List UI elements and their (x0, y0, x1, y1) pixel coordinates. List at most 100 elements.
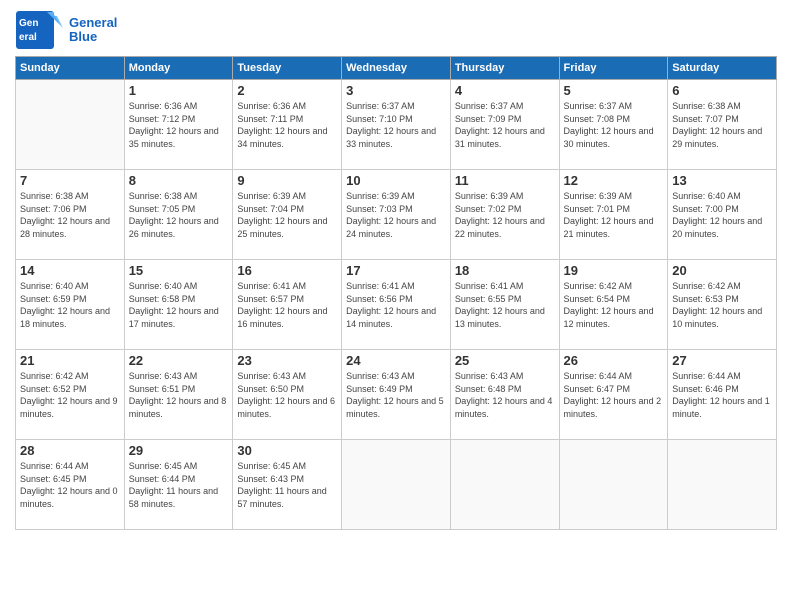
day-cell: 30 Sunrise: 6:45 AMSunset: 6:43 PMDayligh… (233, 440, 342, 530)
day-cell: 13 Sunrise: 6:40 AMSunset: 7:00 PMDayligh… (668, 170, 777, 260)
day-cell: 22 Sunrise: 6:43 AMSunset: 6:51 PMDayligh… (124, 350, 233, 440)
day-cell: 2 Sunrise: 6:36 AMSunset: 7:11 PMDaylight… (233, 80, 342, 170)
day-cell (16, 80, 125, 170)
day-info: Sunrise: 6:38 AMSunset: 7:07 PMDaylight:… (672, 100, 772, 150)
day-info: Sunrise: 6:43 AMSunset: 6:48 PMDaylight:… (455, 370, 555, 420)
day-cell: 25 Sunrise: 6:43 AMSunset: 6:48 PMDayligh… (450, 350, 559, 440)
day-number: 6 (672, 83, 772, 98)
day-number: 30 (237, 443, 337, 458)
day-info: Sunrise: 6:37 AMSunset: 7:10 PMDaylight:… (346, 100, 446, 150)
day-number: 21 (20, 353, 120, 368)
day-cell: 11 Sunrise: 6:39 AMSunset: 7:02 PMDayligh… (450, 170, 559, 260)
day-info: Sunrise: 6:41 AMSunset: 6:56 PMDaylight:… (346, 280, 446, 330)
day-info: Sunrise: 6:36 AMSunset: 7:11 PMDaylight:… (237, 100, 337, 150)
day-number: 1 (129, 83, 229, 98)
day-info: Sunrise: 6:43 AMSunset: 6:51 PMDaylight:… (129, 370, 229, 420)
day-cell: 24 Sunrise: 6:43 AMSunset: 6:49 PMDayligh… (342, 350, 451, 440)
day-cell: 12 Sunrise: 6:39 AMSunset: 7:01 PMDayligh… (559, 170, 668, 260)
day-number: 9 (237, 173, 337, 188)
week-row-1: 7 Sunrise: 6:38 AMSunset: 7:06 PMDaylight… (16, 170, 777, 260)
day-info: Sunrise: 6:43 AMSunset: 6:49 PMDaylight:… (346, 370, 446, 420)
day-number: 4 (455, 83, 555, 98)
week-row-0: 1 Sunrise: 6:36 AMSunset: 7:12 PMDaylight… (16, 80, 777, 170)
day-info: Sunrise: 6:40 AMSunset: 7:00 PMDaylight:… (672, 190, 772, 240)
day-cell (668, 440, 777, 530)
day-number: 12 (564, 173, 664, 188)
day-info: Sunrise: 6:42 AMSunset: 6:54 PMDaylight:… (564, 280, 664, 330)
day-cell (559, 440, 668, 530)
day-number: 25 (455, 353, 555, 368)
day-info: Sunrise: 6:45 AMSunset: 6:43 PMDaylight:… (237, 460, 337, 510)
day-number: 10 (346, 173, 446, 188)
day-info: Sunrise: 6:43 AMSunset: 6:50 PMDaylight:… (237, 370, 337, 420)
day-cell: 8 Sunrise: 6:38 AMSunset: 7:05 PMDaylight… (124, 170, 233, 260)
weekday-header-friday: Friday (559, 57, 668, 80)
weekday-header-monday: Monday (124, 57, 233, 80)
day-info: Sunrise: 6:36 AMSunset: 7:12 PMDaylight:… (129, 100, 229, 150)
weekday-header-saturday: Saturday (668, 57, 777, 80)
logo-svg: Gen eral (15, 10, 65, 50)
weekday-header-thursday: Thursday (450, 57, 559, 80)
day-number: 29 (129, 443, 229, 458)
day-cell: 21Sunrise: 6:42 AMSunset: 6:52 PMDayligh… (16, 350, 125, 440)
day-cell: 29 Sunrise: 6:45 AMSunset: 6:44 PMDayligh… (124, 440, 233, 530)
day-info: Sunrise: 6:37 AMSunset: 7:08 PMDaylight:… (564, 100, 664, 150)
day-info: Sunrise: 6:38 AMSunset: 7:05 PMDaylight:… (129, 190, 229, 240)
day-number: 18 (455, 263, 555, 278)
weekday-header-wednesday: Wednesday (342, 57, 451, 80)
logo-line1: General (69, 16, 117, 30)
day-number: 15 (129, 263, 229, 278)
day-number: 8 (129, 173, 229, 188)
day-info: Sunrise: 6:39 AMSunset: 7:01 PMDaylight:… (564, 190, 664, 240)
day-cell: 15 Sunrise: 6:40 AMSunset: 6:58 PMDayligh… (124, 260, 233, 350)
day-info: Sunrise: 6:41 AMSunset: 6:55 PMDaylight:… (455, 280, 555, 330)
day-cell: 7 Sunrise: 6:38 AMSunset: 7:06 PMDaylight… (16, 170, 125, 260)
day-info: Sunrise: 6:41 AMSunset: 6:57 PMDaylight:… (237, 280, 337, 330)
week-row-2: 14 Sunrise: 6:40 AMSunset: 6:59 PMDayligh… (16, 260, 777, 350)
day-info: Sunrise: 6:38 AMSunset: 7:06 PMDaylight:… (20, 190, 120, 240)
day-number: 22 (129, 353, 229, 368)
weekday-header-row: SundayMondayTuesdayWednesdayThursdayFrid… (16, 57, 777, 80)
week-row-4: 28Sunrise: 6:44 AMSunset: 6:45 PMDayligh… (16, 440, 777, 530)
day-number: 16 (237, 263, 337, 278)
day-number: 7 (20, 173, 120, 188)
day-info: Sunrise: 6:45 AMSunset: 6:44 PMDaylight:… (129, 460, 229, 510)
day-cell: 19Sunrise: 6:42 AMSunset: 6:54 PMDayligh… (559, 260, 668, 350)
day-cell: 28Sunrise: 6:44 AMSunset: 6:45 PMDayligh… (16, 440, 125, 530)
day-info: Sunrise: 6:39 AMSunset: 7:03 PMDaylight:… (346, 190, 446, 240)
day-info: Sunrise: 6:37 AMSunset: 7:09 PMDaylight:… (455, 100, 555, 150)
day-cell: 14 Sunrise: 6:40 AMSunset: 6:59 PMDayligh… (16, 260, 125, 350)
day-info: Sunrise: 6:40 AMSunset: 6:58 PMDaylight:… (129, 280, 229, 330)
week-row-3: 21Sunrise: 6:42 AMSunset: 6:52 PMDayligh… (16, 350, 777, 440)
day-info: Sunrise: 6:44 AMSunset: 6:47 PMDaylight:… (564, 370, 664, 420)
logo-line2: Blue (69, 30, 117, 44)
day-info: Sunrise: 6:42 AMSunset: 6:53 PMDaylight:… (672, 280, 772, 330)
day-cell: 18 Sunrise: 6:41 AMSunset: 6:55 PMDayligh… (450, 260, 559, 350)
day-cell: 6 Sunrise: 6:38 AMSunset: 7:07 PMDaylight… (668, 80, 777, 170)
svg-text:eral: eral (19, 32, 37, 43)
weekday-header-tuesday: Tuesday (233, 57, 342, 80)
day-cell: 16 Sunrise: 6:41 AMSunset: 6:57 PMDayligh… (233, 260, 342, 350)
day-cell: 27Sunrise: 6:44 AMSunset: 6:46 PMDayligh… (668, 350, 777, 440)
day-number: 26 (564, 353, 664, 368)
day-cell (450, 440, 559, 530)
day-number: 11 (455, 173, 555, 188)
day-cell: 17Sunrise: 6:41 AMSunset: 6:56 PMDayligh… (342, 260, 451, 350)
day-info: Sunrise: 6:44 AMSunset: 6:45 PMDaylight:… (20, 460, 120, 510)
weekday-header-sunday: Sunday (16, 57, 125, 80)
day-number: 24 (346, 353, 446, 368)
day-number: 13 (672, 173, 772, 188)
day-cell: 9Sunrise: 6:39 AMSunset: 7:04 PMDaylight… (233, 170, 342, 260)
day-number: 20 (672, 263, 772, 278)
day-info: Sunrise: 6:40 AMSunset: 6:59 PMDaylight:… (20, 280, 120, 330)
day-cell: 3Sunrise: 6:37 AMSunset: 7:10 PMDaylight… (342, 80, 451, 170)
day-number: 23 (237, 353, 337, 368)
day-number: 14 (20, 263, 120, 278)
day-cell: 1 Sunrise: 6:36 AMSunset: 7:12 PMDaylight… (124, 80, 233, 170)
day-cell: 5Sunrise: 6:37 AMSunset: 7:08 PMDaylight… (559, 80, 668, 170)
day-number: 2 (237, 83, 337, 98)
calendar-page: Gen eral General Blue SundayMondayTuesda… (0, 0, 792, 612)
day-info: Sunrise: 6:39 AMSunset: 7:02 PMDaylight:… (455, 190, 555, 240)
day-cell: 23 Sunrise: 6:43 AMSunset: 6:50 PMDayligh… (233, 350, 342, 440)
day-cell (342, 440, 451, 530)
